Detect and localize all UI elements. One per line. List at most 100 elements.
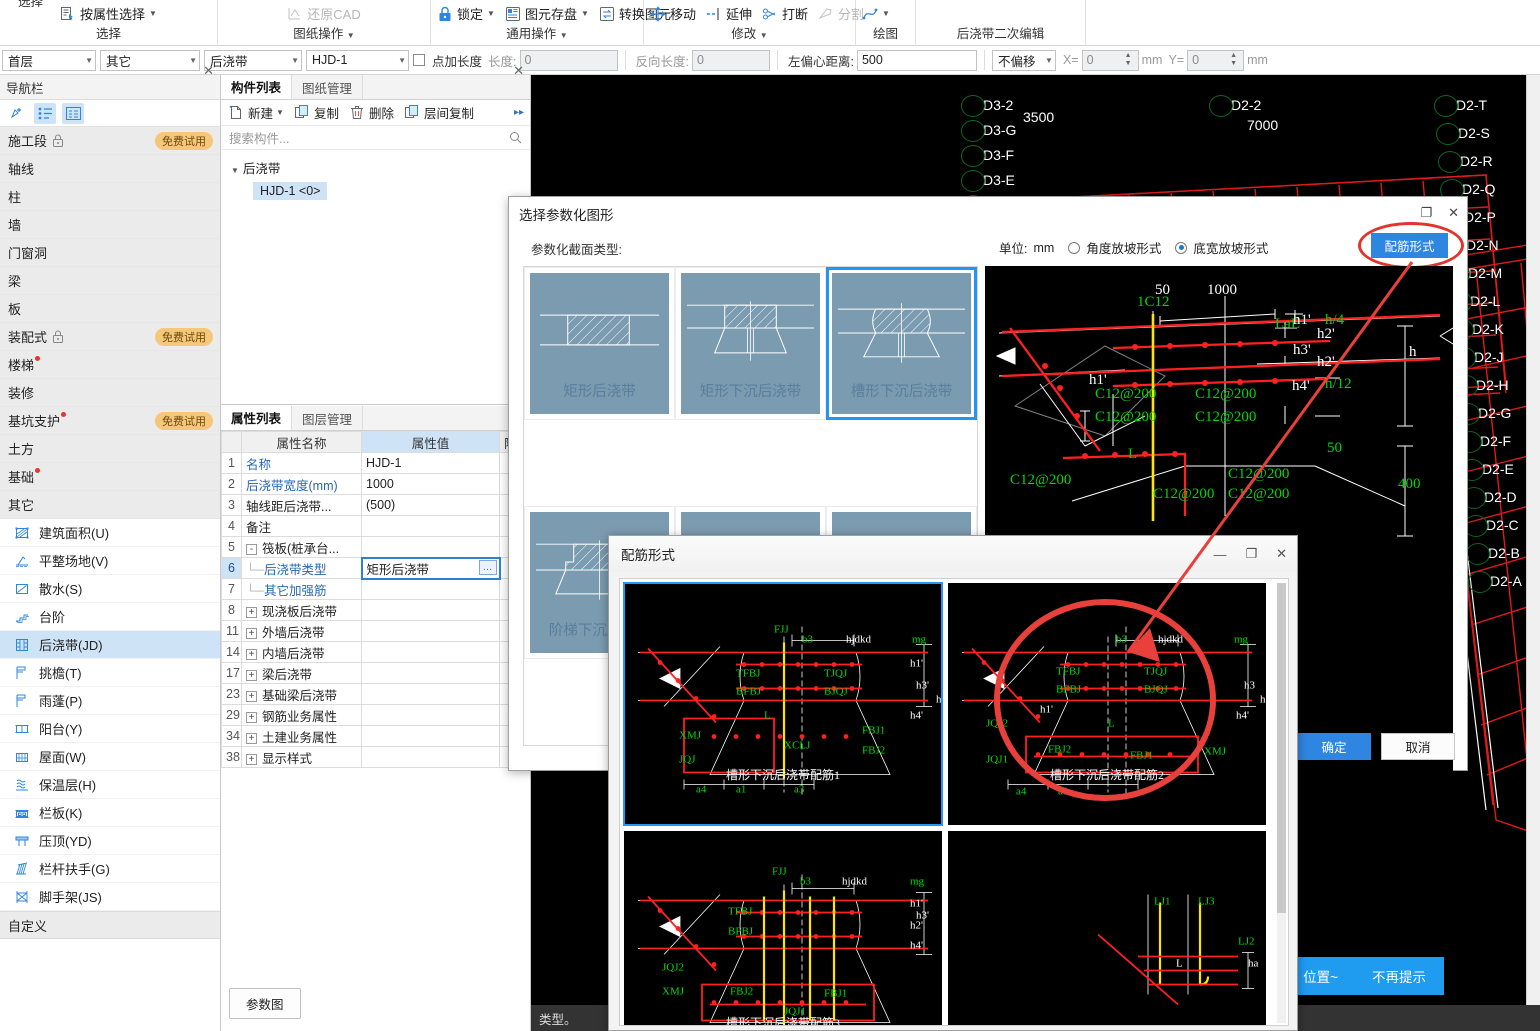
table-row[interactable]: 2 后浇带宽度(mm) 1000: [221, 473, 530, 495]
table-row[interactable]: 6 └─后浇带类型 矩形后浇带…: [221, 556, 530, 580]
search-icon[interactable]: [509, 131, 522, 144]
table-row[interactable]: 38 + 显示样式: [221, 746, 530, 768]
sidebar-item-site-leveling[interactable]: 平整场地(V): [0, 547, 220, 575]
nav-category-12[interactable]: 基础: [0, 463, 220, 491]
tab-component-list[interactable]: 构件列表: [221, 75, 293, 99]
tab-drawing-management[interactable]: 图纸管理: [292, 75, 364, 99]
shape-option-rect-sunk[interactable]: 矩形下沉后浇带: [675, 267, 826, 420]
sidebar-item-building-area[interactable]: 建筑面积(U): [0, 519, 220, 547]
category-combo[interactable]: 其它 ▼: [100, 49, 200, 71]
shape-option-groove-sunk[interactable]: 槽形下沉后浇带: [826, 267, 977, 420]
property-value[interactable]: [361, 599, 500, 621]
nav-category-11[interactable]: 土方: [0, 435, 220, 463]
ribbon-command-save-element-icon[interactable]: 图元存盘 ▼: [505, 4, 589, 23]
list-view-icon[interactable]: [34, 102, 56, 124]
table-row[interactable]: 17 + 梁后浇带: [221, 662, 530, 684]
y-spinner[interactable]: ▲ ▼: [1228, 51, 1239, 70]
nav-category-5[interactable]: 梁: [0, 267, 220, 295]
sidebar-item-eaves[interactable]: 挑檐(T): [0, 659, 220, 687]
param-diagram-button[interactable]: 参数图: [229, 988, 301, 1019]
sidebar-item-roof[interactable]: 屋面(W): [0, 743, 220, 771]
copy-between-floors-button[interactable]: 层间复制: [404, 103, 474, 122]
nav-category-4[interactable]: 门窗洞: [0, 239, 220, 267]
property-value[interactable]: [361, 746, 500, 768]
dialog-titlebar[interactable]: 选择参数化图形: [509, 197, 1467, 231]
reverse-length-input[interactable]: 0: [691, 49, 770, 71]
rebar-dialog-scrollbar-thumb[interactable]: [1277, 583, 1286, 913]
x-input[interactable]: 0 ▲ ▼: [1081, 49, 1139, 71]
table-row[interactable]: 7 └─其它加强筋: [221, 578, 530, 600]
property-value[interactable]: [361, 515, 500, 537]
ribbon-command-extend-icon[interactable]: 延伸: [706, 4, 752, 23]
minimize-icon[interactable]: —: [1213, 547, 1226, 562]
ribbon-command-lock-icon[interactable]: 锁定 ▼: [437, 4, 495, 23]
detail-view-icon[interactable]: [62, 102, 84, 124]
table-row[interactable]: 29 + 钢筋业务属性: [221, 704, 530, 726]
table-row[interactable]: 4 备注: [221, 515, 530, 537]
maximize-icon[interactable]: ❐: [1245, 546, 1257, 562]
property-value[interactable]: [361, 536, 500, 558]
ribbon-command-select-by-property-icon[interactable]: 按属性选择 ▼: [60, 4, 157, 23]
expand-toggle[interactable]: +: [246, 606, 257, 618]
table-row[interactable]: 8 + 现浇板后浇带: [221, 599, 530, 621]
ellipsis-button[interactable]: …: [478, 559, 497, 575]
table-row[interactable]: 5- 筏板(桩承台...: [221, 536, 530, 558]
component-tree-root[interactable]: ▼ 后浇带: [221, 150, 530, 177]
rebar-option-3[interactable]: LJ1 LJ3 LJ2 Lha: [948, 831, 1266, 1025]
property-value[interactable]: [361, 704, 500, 726]
cad-vertical-scrollbar[interactable]: [1526, 75, 1540, 1031]
point-add-length-checkbox[interactable]: [413, 54, 425, 66]
property-value[interactable]: 矩形后浇带…: [360, 556, 501, 580]
tab-property-list[interactable]: 属性列表: [221, 406, 293, 430]
property-value[interactable]: [361, 641, 500, 663]
nav-category-3[interactable]: 墙: [0, 211, 220, 239]
y-input[interactable]: 0 ▲ ▼: [1187, 49, 1245, 71]
table-row[interactable]: 1 名称 HJD-1: [221, 452, 530, 474]
component-search[interactable]: 搜索构件...: [221, 126, 530, 150]
property-value[interactable]: [361, 662, 500, 684]
chevron-down-icon[interactable]: ▼: [149, 9, 157, 18]
rebar-dialog-titlebar[interactable]: 配筋形式: [609, 536, 1297, 572]
close-icon[interactable]: ✕: [203, 63, 214, 79]
table-row[interactable]: 11 + 外墙后浇带: [221, 620, 530, 642]
expand-toggle[interactable]: -: [246, 543, 257, 555]
table-row[interactable]: 34 + 土建业务属性: [221, 725, 530, 747]
sidebar-item-handrail[interactable]: 栏杆扶手(G): [0, 855, 220, 883]
chevron-down-icon[interactable]: ▼: [347, 31, 355, 40]
property-value[interactable]: HJD-1: [361, 452, 500, 474]
offset-mode-combo[interactable]: 不偏移 ▼: [991, 49, 1056, 71]
table-row[interactable]: 14 + 内墙后浇带: [221, 641, 530, 663]
property-value[interactable]: (500): [361, 494, 500, 516]
radio-angle-slope[interactable]: [1068, 241, 1081, 254]
close-icon[interactable]: ✕: [1276, 546, 1287, 562]
nav-category-8[interactable]: 楼梯: [0, 351, 220, 379]
close-icon[interactable]: ✕: [1448, 205, 1459, 221]
free-trial-badge[interactable]: 免费试用: [155, 412, 213, 430]
expand-toggle[interactable]: +: [246, 627, 257, 639]
nav-category-13[interactable]: 其它: [0, 491, 220, 519]
add-icon[interactable]: [6, 103, 28, 124]
copy-button[interactable]: 复制: [294, 103, 339, 122]
nav-category-1[interactable]: 轴线: [0, 155, 220, 183]
chevron-down-icon[interactable]: ▼: [560, 31, 568, 40]
property-value[interactable]: 1000: [361, 473, 500, 495]
sidebar-item-railing-panel[interactable]: 栏板(K): [0, 799, 220, 827]
chevron-down-icon[interactable]: ▼: [231, 166, 239, 175]
expand-toggle[interactable]: +: [246, 648, 257, 660]
free-trial-badge[interactable]: 免费试用: [155, 132, 213, 150]
left-eccentric-input[interactable]: 500: [856, 49, 977, 71]
tab-layer-management[interactable]: 图层管理: [292, 406, 364, 430]
table-row[interactable]: 23 + 基础梁后浇带: [221, 683, 530, 705]
component-type-combo[interactable]: 后浇带 ▼: [204, 49, 302, 71]
rebar-option-2[interactable]: FJJ b3 hjdkd mg TFBJ BFBJ JQJ2 XMJ JQJ1 FBJ2 FBJ1 h…: [624, 831, 942, 1025]
shape-option-rect[interactable]: 矩形后浇带: [524, 267, 675, 420]
component-name-combo[interactable]: HJD-1 ▼: [306, 49, 409, 71]
table-row[interactable]: 3 轴线距后浇带... (500): [221, 494, 530, 516]
close-icon[interactable]: ✕: [513, 63, 524, 79]
ribbon-command-draw-curve-icon[interactable]: ▼: [862, 6, 890, 22]
nav-category-9[interactable]: 装修: [0, 379, 220, 407]
expand-toggle[interactable]: +: [246, 732, 257, 744]
cancel-button[interactable]: 取消: [1381, 733, 1455, 760]
length-input[interactable]: 0: [519, 49, 618, 71]
sidebar-item-steps[interactable]: 台阶: [0, 603, 220, 631]
